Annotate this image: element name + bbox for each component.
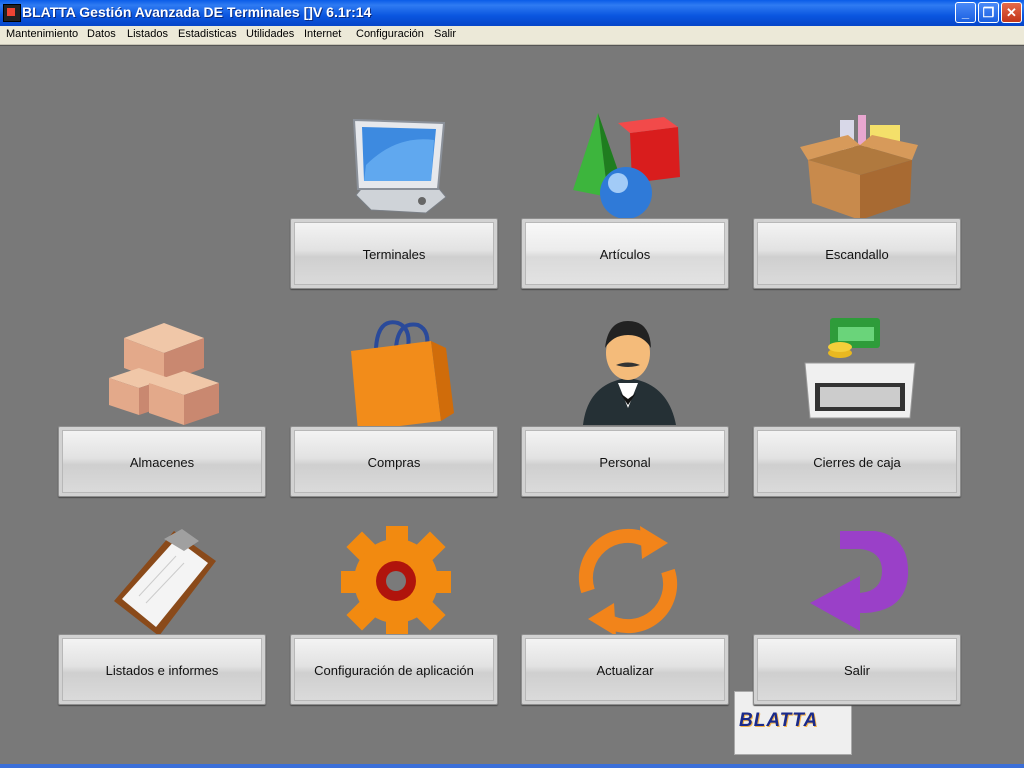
compras-button[interactable]: Compras [290,426,498,497]
configuracion-label: Configuración de aplicación [314,663,474,678]
articulos-label: Artículos [599,247,651,262]
refresh-icon[interactable] [568,521,688,641]
listados-button[interactable]: Listados e informes [58,634,266,705]
compras-label: Compras [367,455,421,470]
escandallo-button[interactable]: Escandallo [753,218,961,289]
configuracion-button[interactable]: Configuración de aplicación [290,634,498,705]
clipboard-icon[interactable] [104,521,224,641]
almacenes-button[interactable]: Almacenes [58,426,266,497]
terminales-button[interactable]: Terminales [290,218,498,289]
exit-arrow-icon[interactable] [800,521,920,641]
boxes-icon[interactable] [104,313,224,433]
title-bar: BLATTA Gestión Avanzada DE Terminales []… [0,0,1024,26]
shapes-icon[interactable] [568,105,688,225]
app-icon[interactable] [3,4,21,22]
menu-datos[interactable]: Datos [87,28,116,40]
menu-bar: Mantenimiento Datos Listados Estadistica… [0,26,1024,45]
logo-text: BLATTA [739,710,819,731]
articulos-button[interactable]: Artículos [521,218,729,289]
menu-estadisticas[interactable]: Estadisticas [178,28,237,40]
menu-utilidades[interactable]: Utilidades [246,28,294,40]
listados-label: Listados e informes [105,663,219,678]
almacenes-label: Almacenes [129,455,195,470]
cierres-button[interactable]: Cierres de caja [753,426,961,497]
minimize-button[interactable]: _ [955,2,976,23]
person-icon[interactable] [568,313,688,433]
close-button[interactable]: ✕ [1001,2,1022,23]
bottom-border [0,764,1024,768]
menu-mantenimiento[interactable]: Mantenimiento [6,28,78,40]
window-title: BLATTA Gestión Avanzada DE Terminales []… [22,4,372,20]
escandallo-label: Escandallo [825,247,889,262]
salir-button[interactable]: Salir [753,634,961,705]
salir-label: Salir [843,663,870,678]
actualizar-label: Actualizar [596,663,654,678]
menu-configuracion[interactable]: Configuración [356,28,424,40]
box-tools-icon[interactable] [800,105,920,225]
cierres-label: Cierres de caja [813,455,901,470]
monitor-icon[interactable] [336,105,456,225]
terminales-label: Terminales [362,247,426,262]
gear-icon[interactable] [336,521,456,641]
menu-internet[interactable]: Internet [304,28,341,40]
cash-register-icon[interactable] [800,313,920,433]
menu-listados[interactable]: Listados [127,28,168,40]
restore-button[interactable]: ❐ [978,2,999,23]
shopping-bag-icon[interactable] [336,313,456,433]
personal-button[interactable]: Personal [521,426,729,497]
menu-salir[interactable]: Salir [434,28,456,40]
personal-label: Personal [599,455,651,470]
actualizar-button[interactable]: Actualizar [521,634,729,705]
